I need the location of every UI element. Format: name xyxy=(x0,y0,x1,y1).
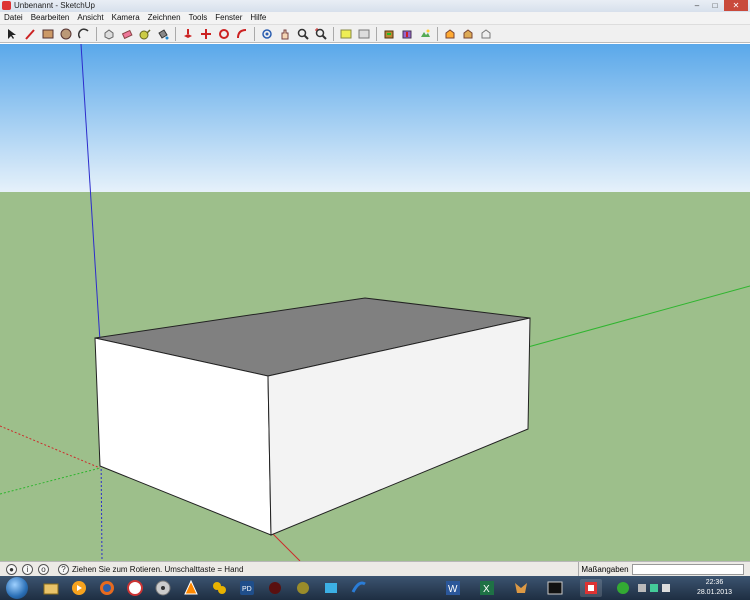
menu-ansicht[interactable]: Ansicht xyxy=(73,12,107,24)
help-icon[interactable]: ? xyxy=(58,564,69,575)
user-icon[interactable]: o xyxy=(38,564,49,575)
vlc-icon[interactable] xyxy=(180,579,202,597)
share-model-icon[interactable] xyxy=(399,26,414,41)
tray-network-icon[interactable] xyxy=(650,584,658,592)
app-icon-4[interactable] xyxy=(320,579,342,597)
toolbar-separator xyxy=(437,26,438,41)
status-bar: ● i o ? Ziehen Sie zum Rotieren. Umschal… xyxy=(0,561,750,577)
explorer-icon[interactable] xyxy=(40,579,62,597)
sketchup-app-icon xyxy=(2,1,11,10)
geo-location-icon[interactable]: ● xyxy=(6,564,17,575)
menu-kamera[interactable]: Kamera xyxy=(108,12,144,24)
window-controls: – □ ✕ xyxy=(688,0,748,11)
firefox-icon[interactable] xyxy=(96,579,118,597)
terminal-icon[interactable] xyxy=(544,579,566,597)
system-tray: 22:36 28.01.2013 xyxy=(630,576,750,600)
menu-bearbeiten[interactable]: Bearbeiten xyxy=(27,12,74,24)
menu-zeichnen[interactable]: Zeichnen xyxy=(144,12,185,24)
svg-text:W: W xyxy=(448,584,458,595)
taskbar-clock[interactable]: 22:36 28.01.2013 xyxy=(697,578,732,598)
menu-bar: Datei Bearbeiten Ansicht Kamera Zeichnen… xyxy=(0,12,750,25)
extension-warehouse-icon[interactable] xyxy=(478,26,493,41)
push-pull-icon[interactable] xyxy=(180,26,195,41)
menu-fenster[interactable]: Fenster xyxy=(211,12,246,24)
browser-icon[interactable] xyxy=(124,579,146,597)
rotate-icon[interactable] xyxy=(216,26,231,41)
pan-icon[interactable] xyxy=(277,26,292,41)
pd-icon[interactable]: PD xyxy=(236,579,258,597)
maximize-button[interactable]: □ xyxy=(706,0,724,11)
menu-tools[interactable]: Tools xyxy=(185,12,212,24)
svg-text:PD: PD xyxy=(242,586,252,593)
excel-icon[interactable]: X xyxy=(476,579,498,597)
svg-text:X: X xyxy=(483,584,490,595)
cd-icon[interactable] xyxy=(152,579,174,597)
app-icon-6[interactable] xyxy=(510,579,532,597)
app-icon-3[interactable] xyxy=(292,579,314,597)
app-icon-5[interactable] xyxy=(348,579,370,597)
arc-icon[interactable] xyxy=(76,26,91,41)
share-component-icon[interactable] xyxy=(460,26,475,41)
circle-icon[interactable] xyxy=(58,26,73,41)
select-icon[interactable] xyxy=(4,26,19,41)
start-button[interactable] xyxy=(6,577,28,599)
rectangle-icon[interactable] xyxy=(40,26,55,41)
viewport-scene xyxy=(0,43,750,562)
make-component-icon[interactable] xyxy=(101,26,116,41)
menu-datei[interactable]: Datei xyxy=(0,12,27,24)
follow-me-icon[interactable] xyxy=(234,26,249,41)
zoom-icon[interactable] xyxy=(295,26,310,41)
close-button[interactable]: ✕ xyxy=(724,0,748,11)
window-title: Unbenannt - SketchUp xyxy=(14,1,95,10)
eraser-icon[interactable] xyxy=(119,26,134,41)
sky xyxy=(0,44,750,192)
paint-bucket-icon[interactable] xyxy=(155,26,170,41)
clock-time: 22:36 xyxy=(705,579,724,586)
credits-icon[interactable]: i xyxy=(22,564,33,575)
status-message: Ziehen Sie zum Rotieren. Umschalttaste =… xyxy=(72,565,244,574)
toolbar-separator xyxy=(175,26,176,41)
photo-textures-icon[interactable] xyxy=(417,26,432,41)
app-icon[interactable] xyxy=(208,579,230,597)
tray-arrow-icon[interactable] xyxy=(638,584,646,592)
tray-volume-icon[interactable] xyxy=(662,584,670,592)
toggle-terrain-icon[interactable] xyxy=(356,26,371,41)
tool-bar xyxy=(0,25,750,43)
word-icon[interactable]: W xyxy=(442,579,464,597)
toolbar-separator xyxy=(376,26,377,41)
clock-date: 28.01.2013 xyxy=(696,589,732,596)
toolbar-separator xyxy=(96,26,97,41)
zoom-extents-icon[interactable] xyxy=(313,26,328,41)
get-models-icon[interactable] xyxy=(381,26,396,41)
minimize-button[interactable]: – xyxy=(688,0,706,11)
line-icon[interactable] xyxy=(22,26,37,41)
media-player-icon[interactable] xyxy=(68,579,90,597)
move-icon[interactable] xyxy=(198,26,213,41)
windows-taskbar: PD W X 22:36 28.01.2013 xyxy=(0,576,750,600)
sketchup-icon[interactable] xyxy=(580,579,602,597)
tape-measure-icon[interactable] xyxy=(137,26,152,41)
get-models-warehouse-icon[interactable] xyxy=(442,26,457,41)
orbit-icon[interactable] xyxy=(259,26,274,41)
measurements-label: Maßangaben xyxy=(578,562,631,577)
add-location-icon[interactable] xyxy=(338,26,353,41)
app-icon-2[interactable] xyxy=(264,579,286,597)
toolbar-separator xyxy=(333,26,334,41)
toolbar-separator xyxy=(254,26,255,41)
modeling-viewport[interactable] xyxy=(0,43,750,562)
measurements-input[interactable] xyxy=(632,564,744,575)
menu-hilfe[interactable]: Hilfe xyxy=(246,12,270,24)
